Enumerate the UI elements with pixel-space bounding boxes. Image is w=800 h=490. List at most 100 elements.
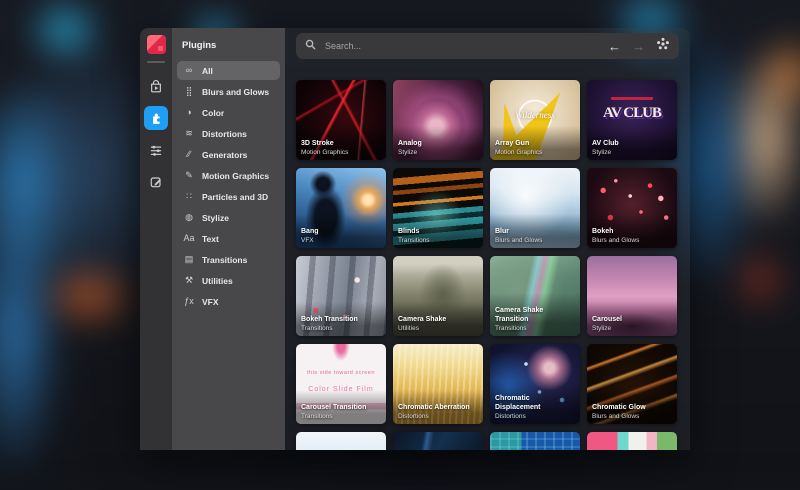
sidebar-item-vfx[interactable]: ƒx VFX (177, 292, 280, 311)
plugin-name: Bang (301, 228, 381, 236)
category-label: Transitions (202, 255, 247, 265)
plugin-category: Blurs and Glows (592, 237, 672, 244)
plugin-name: 3D Stroke (301, 140, 381, 148)
plugin-category: Transitions (398, 237, 478, 244)
plugin-card-label: Bokeh Blurs and Glows (587, 214, 677, 248)
plugin-card-array-gun[interactable]: Wilderness Array Gun Motion Graphics (490, 80, 580, 160)
sidebar-item-text[interactable]: Aa Text (177, 229, 280, 248)
plugin-name: Array Gun (495, 140, 575, 148)
plugin-card-label: Carousel Stylize (587, 302, 677, 336)
sidebar-item-blurs-and-glows[interactable]: ⣿ Blurs and Glows (177, 82, 280, 101)
plugin-card-bokeh[interactable]: Bokeh Blurs and Glows (587, 168, 677, 248)
plugin-category: Blurs and Glows (495, 237, 575, 244)
plugin-card[interactable] (490, 432, 580, 450)
back-arrow-button[interactable]: ← (606, 40, 623, 53)
compose-pencil-icon (148, 174, 164, 190)
plugin-category: Transitions (301, 325, 381, 332)
plugin-card-label: Blur Blurs and Glows (490, 214, 580, 248)
plugin-card-label: Bang VFX (296, 214, 386, 248)
sidebar-item-particles-and-3d[interactable]: ∷ Particles and 3D (177, 187, 280, 206)
plugin-category: Utilities (398, 325, 478, 332)
plugin-category: Distortions (495, 413, 575, 420)
plugin-name: Bokeh Transition (301, 316, 381, 324)
plugin-browser: ← → 3D Stroke Motion Graphics Analog Sty… (285, 28, 690, 450)
sidebar-item-utilities[interactable]: ⚒ Utilities (177, 271, 280, 290)
category-icon: ⚒ (183, 276, 195, 285)
preferences-button[interactable] (144, 138, 168, 162)
plugin-card-3d-stroke[interactable]: 3D Stroke Motion Graphics (296, 80, 386, 160)
plugin-name: Blur (495, 228, 575, 236)
sidebar-item-generators[interactable]: ∕∕ Generators (177, 145, 280, 164)
category-icon: Aa (183, 234, 195, 243)
search-icon (305, 37, 316, 55)
plugin-card-chromatic-displacement[interactable]: Chromatic Displacement Distortions (490, 344, 580, 424)
sliders-icon (148, 142, 164, 158)
plugin-category: Transitions (301, 413, 381, 420)
plugin-card-label: Bokeh Transition Transitions (296, 302, 386, 336)
store-bag-icon (148, 78, 164, 94)
plugin-grid: 3D Stroke Motion Graphics Analog Stylize… (296, 80, 677, 450)
plugin-card-blur[interactable]: Blur Blurs and Glows (490, 168, 580, 248)
search-input[interactable] (323, 40, 599, 52)
puzzle-icon (148, 110, 164, 126)
plugin-name: Chromatic Glow (592, 404, 672, 412)
category-label: Particles and 3D (202, 192, 268, 202)
plugin-category: Transitions (495, 325, 575, 332)
category-icon: ∕∕ (183, 150, 195, 159)
forward-arrow-button[interactable]: → (630, 40, 647, 53)
plugin-card-label: Chromatic Glow Blurs and Glows (587, 390, 677, 424)
plugin-name: Camera Shake Transition (495, 307, 575, 324)
sidebar-item-stylize[interactable]: ◍ Stylize (177, 208, 280, 227)
plugin-card-label: 3D Stroke Motion Graphics (296, 126, 386, 160)
category-label: Text (202, 234, 219, 244)
store-button[interactable] (144, 74, 168, 98)
plugin-card-analog[interactable]: Analog Stylize (393, 80, 483, 160)
plugin-card-carousel-transition[interactable]: Color Slide Filmthis side toward screen … (296, 344, 386, 424)
category-label: Color (202, 108, 224, 118)
plugin-name: Chromatic Aberration (398, 404, 478, 412)
sidebar-item-transitions[interactable]: ▤ Transitions (177, 250, 280, 269)
thumbnail-text: Wilderness (490, 110, 580, 120)
category-icon: ⣿ (183, 87, 195, 96)
plugin-card-chromatic-aberration[interactable]: Chromatic Aberration Distortions (393, 344, 483, 424)
plugin-card[interactable] (587, 432, 677, 450)
plugin-card-bang[interactable]: Bang VFX (296, 168, 386, 248)
plugin-card[interactable] (296, 432, 386, 450)
aperture-icon[interactable] (654, 37, 670, 56)
plugin-card-camera-shake[interactable]: Camera Shake Utilities (393, 256, 483, 336)
category-icon: ƒx (183, 297, 195, 306)
plugin-category: VFX (301, 237, 381, 244)
sidebar-item-motion-graphics[interactable]: ✎ Motion Graphics (177, 166, 280, 185)
sidebar-rail (140, 28, 172, 450)
plugins-button[interactable] (144, 106, 168, 130)
plugin-category: Stylize (398, 149, 478, 156)
category-label: Blurs and Glows (202, 87, 269, 97)
sidebar-item-color[interactable]: ◑ Color (177, 103, 280, 122)
category-icon: ◍ (183, 213, 195, 222)
plugin-name: AV Club (592, 140, 672, 148)
sidebar-item-all[interactable]: ∞ All (177, 61, 280, 80)
plugin-card-bokeh-transition[interactable]: Bokeh Transition Transitions (296, 256, 386, 336)
sidebar-item-distortions[interactable]: ≋ Distortions (177, 124, 280, 143)
category-label: Distortions (202, 129, 247, 139)
plugin-name: Analog (398, 140, 478, 148)
plugin-category: Blurs and Glows (592, 413, 672, 420)
rail-divider (147, 61, 165, 63)
plugin-category: Motion Graphics (301, 149, 381, 156)
plugin-card-label: Chromatic Displacement Distortions (490, 381, 580, 424)
plugin-card-chromatic-glow[interactable]: Chromatic Glow Blurs and Glows (587, 344, 677, 424)
compose-button[interactable] (144, 170, 168, 194)
plugin-card-label: Camera Shake Utilities (393, 302, 483, 336)
plugin-card-av-club[interactable]: AV CLUB AV Club Stylize (587, 80, 677, 160)
thumbnail-text: AV CLUB (587, 105, 677, 122)
plugin-name: Camera Shake (398, 316, 478, 324)
category-label: Motion Graphics (202, 171, 269, 181)
plugin-name: Bokeh (592, 228, 672, 236)
plugin-card-camera-shake-transition[interactable]: Camera Shake Transition Transitions (490, 256, 580, 336)
plugin-card-carousel[interactable]: Carousel Stylize (587, 256, 677, 336)
plugin-card-blinds[interactable]: Blinds Transitions (393, 168, 483, 248)
plugin-name: Blinds (398, 228, 478, 236)
plugin-category: Distortions (398, 413, 478, 420)
category-label: All (202, 66, 213, 76)
plugin-card[interactable] (393, 432, 483, 450)
